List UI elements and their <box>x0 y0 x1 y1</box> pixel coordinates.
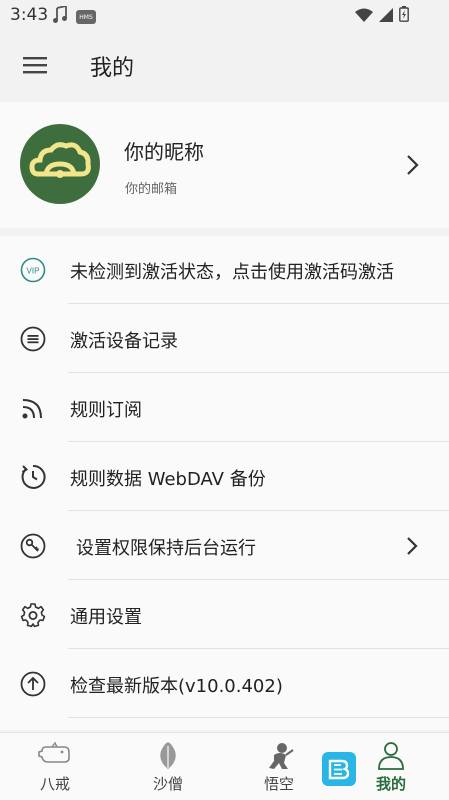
divider <box>68 648 449 649</box>
divider <box>68 441 449 442</box>
key-icon <box>20 533 46 559</box>
backup-clock-icon <box>20 464 46 490</box>
chevron-right-icon <box>405 534 419 558</box>
status-left-icons: HMS <box>52 4 96 28</box>
nav-item-wukong[interactable]: 悟空 <box>234 733 324 800</box>
nav-item-mine[interactable]: 我的 <box>346 733 436 800</box>
chevron-right-icon <box>405 152 421 178</box>
bottom-navigation: 八戒 沙僧 悟空 我的 <box>0 732 449 800</box>
hamburger-menu-icon[interactable] <box>20 50 50 80</box>
wifi-icon <box>355 7 373 26</box>
page-title: 我的 <box>90 56 135 81</box>
menu-item-label: 未检测到激活状态，点击使用激活码激活 <box>70 262 394 283</box>
menu-item-rule-subscription[interactable]: 规则订阅 <box>0 374 449 442</box>
menu-item-label: 通用设置 <box>70 607 142 628</box>
nav-label: 悟空 <box>263 775 294 793</box>
menu-item-background-permission[interactable]: 设置权限保持后台运行 <box>0 512 449 580</box>
upload-circle-icon <box>20 671 46 697</box>
gear-icon <box>20 602 46 628</box>
nav-item-shaseng[interactable]: 沙僧 <box>123 733 213 800</box>
avatar[interactable] <box>20 124 100 204</box>
menu-item-general-settings[interactable]: 通用设置 <box>0 581 449 649</box>
menu-item-webdav-backup[interactable]: 规则数据 WebDAV 备份 <box>0 443 449 511</box>
svg-text:VIP: VIP <box>27 267 40 276</box>
nav-item-bajie[interactable]: 八戒 <box>10 733 100 800</box>
music-note-icon <box>52 4 68 28</box>
app-bar: 我的 <box>0 30 449 100</box>
nav-label: 沙僧 <box>152 775 183 793</box>
menu-item-activate[interactable]: VIP 未检测到激活状态，点击使用激活码激活 <box>0 236 449 304</box>
rss-icon <box>20 395 46 421</box>
divider <box>68 510 449 511</box>
status-time: 3:43 <box>10 5 49 25</box>
signal-icon <box>379 7 393 26</box>
divider <box>68 579 449 580</box>
cloud-logo-icon <box>29 142 91 178</box>
menu-item-label: 规则订阅 <box>70 400 142 421</box>
divider <box>68 717 449 718</box>
hms-badge: HMS <box>76 10 96 24</box>
menu-item-label: 规则数据 WebDAV 备份 <box>70 469 266 490</box>
divider <box>68 303 449 304</box>
nav-label: 我的 <box>375 775 406 793</box>
vip-icon: VIP <box>20 257 46 283</box>
settings-menu-list: VIP 未检测到激活状态，点击使用激活码激活 激活设备记录 规则订阅 规则数据 … <box>0 236 449 730</box>
menu-item-label: 检查最新版本(v10.0.402) <box>70 676 283 697</box>
watermark-logo-icon <box>322 752 356 786</box>
status-bar: 3:43 HMS <box>0 0 449 30</box>
menu-item-device-records[interactable]: 激活设备记录 <box>0 305 449 373</box>
pig-icon <box>38 741 72 771</box>
battery-icon <box>399 6 409 26</box>
profile-nickname: 你的昵称 <box>124 140 204 164</box>
profile-email: 你的邮箱 <box>125 182 178 197</box>
menu-item-label: 激活设备记录 <box>70 331 178 352</box>
status-right-icons <box>355 6 409 26</box>
menu-item-check-update[interactable]: 检查最新版本(v10.0.402) <box>0 650 449 718</box>
nav-label: 八戒 <box>39 775 70 793</box>
divider <box>68 372 449 373</box>
menu-item-label: 设置权限保持后台运行 <box>76 538 256 559</box>
monkey-icon <box>262 741 296 771</box>
list-circle-icon <box>20 326 46 352</box>
person-icon <box>374 741 408 771</box>
leaf-icon <box>151 741 185 771</box>
profile-card[interactable]: 你的昵称 你的邮箱 <box>0 102 449 228</box>
